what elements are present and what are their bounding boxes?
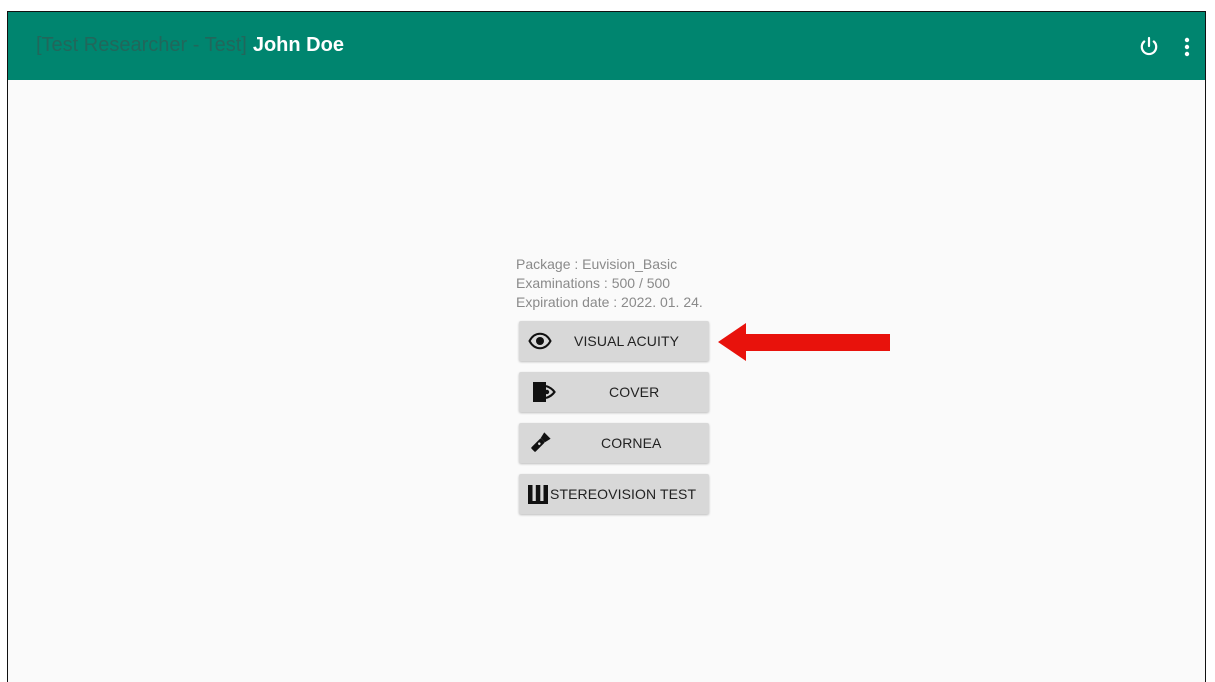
stereovision-test-button[interactable]: STEREOVISION TEST — [519, 474, 709, 514]
visual-acuity-button[interactable]: VISUAL ACUITY — [519, 321, 709, 361]
cover-label: COVER — [609, 384, 660, 400]
cornea-button[interactable]: CORNEA — [519, 423, 709, 463]
flashlight-icon — [531, 432, 551, 452]
more-vert-icon[interactable] — [1177, 34, 1197, 60]
title-prefix: [Test Researcher - Test] — [36, 34, 247, 56]
visual-acuity-label: VISUAL ACUITY — [574, 333, 680, 349]
package-info: Package : Euvision_Basic Examinations : … — [516, 255, 703, 312]
stereo-icon — [528, 485, 548, 504]
cover-eye-icon — [533, 382, 556, 402]
red-arrow — [718, 323, 890, 361]
expiration-line: Expiration date : 2022. 01. 24. — [516, 294, 703, 310]
user-name: John Doe — [252, 34, 344, 56]
package-line: Package : Euvision_Basic — [516, 256, 678, 272]
power-icon[interactable] — [1136, 34, 1162, 60]
eye-icon — [528, 332, 552, 350]
app-bar: [Test Researcher - Test] John Doe — [8, 12, 1205, 80]
app-title: [Test Researcher - Test] John Doe — [36, 34, 344, 57]
cover-button[interactable]: COVER — [519, 372, 709, 412]
app-window: [Test Researcher - Test] John Doe Package… — [7, 11, 1206, 682]
stereovision-test-label: STEREOVISION TEST — [550, 486, 697, 502]
examinations-line: Examinations : 500 / 500 — [516, 275, 671, 291]
cornea-label: CORNEA — [601, 435, 662, 451]
